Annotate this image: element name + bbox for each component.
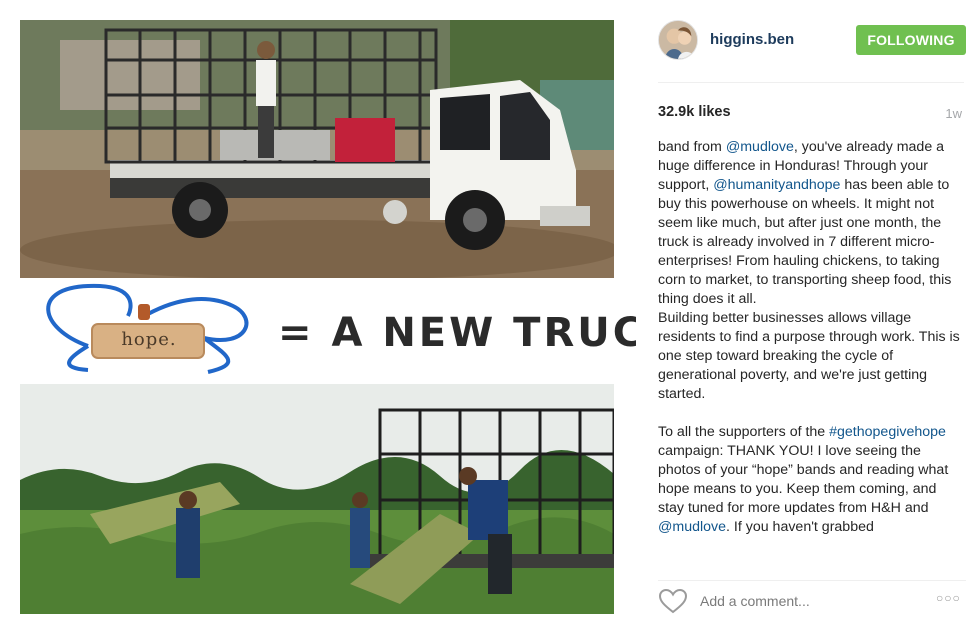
post-side-panel: higgins.ben FOLLOWING 32.9k likes 1w ban… — [636, 0, 980, 628]
heart-icon[interactable] — [658, 588, 688, 614]
caption-text: campaign: THANK YOU! I love seeing the p… — [658, 443, 949, 516]
truck-photo — [20, 20, 614, 278]
caption-text: To all the supporters of the — [658, 424, 830, 440]
post-timestamp[interactable]: 1w — [945, 106, 962, 121]
mention-link-mudlove[interactable]: @mudlove — [726, 139, 794, 155]
banner-headline: = A NEW TRUCK — [278, 310, 680, 356]
caption-paragraph: To all the supporters of the #gethopegiv… — [658, 423, 966, 537]
hashtag-link-gethopegivehope[interactable]: #gethopegivehope — [829, 424, 946, 440]
caption-text: has been able to buy this powerhouse on … — [658, 177, 952, 307]
avatar[interactable] — [658, 20, 698, 60]
more-options-icon[interactable]: ○○○ — [936, 591, 966, 607]
username-link[interactable]: higgins.ben — [710, 31, 794, 48]
comment-input[interactable] — [700, 590, 920, 612]
post-caption: band from @mudlove, you've already made … — [658, 138, 966, 564]
hope-bracelet-image: hope. — [28, 278, 260, 384]
post-media[interactable]: hope. = A NEW TRUCK — [0, 0, 676, 628]
bracelet-tag-text: hope. — [121, 329, 177, 350]
caption-text: . If you haven't grabbed — [726, 519, 874, 535]
header-divider — [658, 82, 964, 83]
mention-link-mudlove-2[interactable]: @mudlove — [658, 519, 726, 535]
post-header: higgins.ben FOLLOWING — [658, 18, 966, 62]
comment-bar: ○○○ — [658, 580, 966, 616]
caption-paragraph: band from @mudlove, you've already made … — [658, 138, 966, 309]
campaign-banner: hope. = A NEW TRUCK — [20, 278, 676, 384]
mention-link-humanityandhope[interactable]: @humanityandhope — [713, 177, 840, 193]
harvest-photo — [20, 384, 614, 614]
following-button[interactable]: FOLLOWING — [856, 25, 966, 55]
like-count[interactable]: 32.9k likes — [658, 104, 731, 120]
caption-paragraph: Building better businesses allows villag… — [658, 310, 960, 402]
caption-text: band from — [658, 139, 726, 155]
